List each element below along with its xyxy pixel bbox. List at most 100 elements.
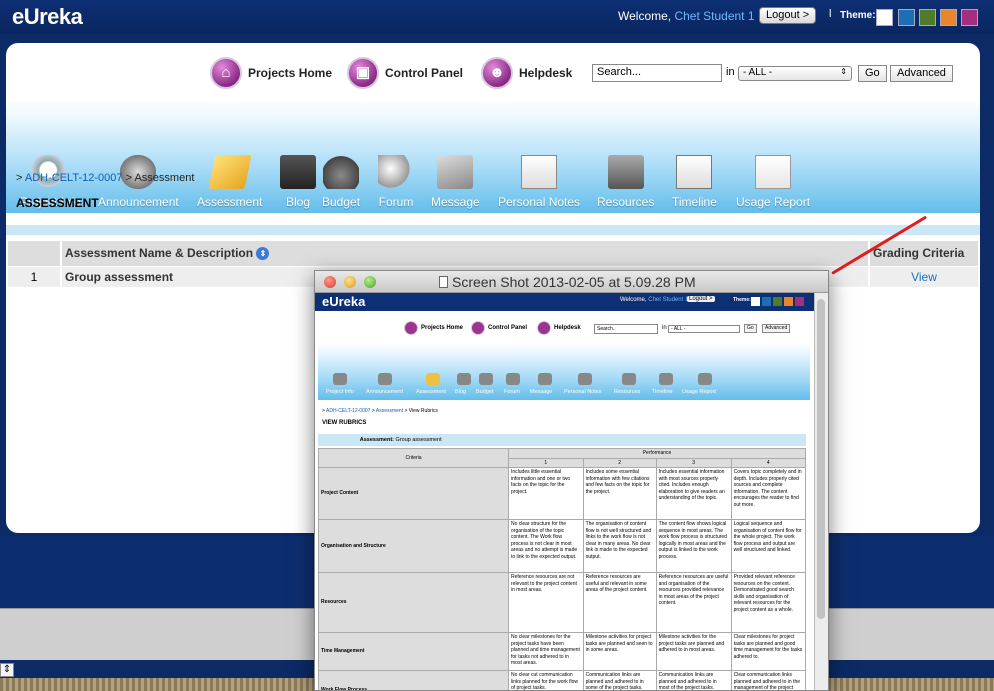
theme-swatch-green[interactable] bbox=[919, 9, 936, 26]
rubric-cell: Reference resources are useful and organ… bbox=[655, 572, 732, 633]
rubric-table: Criteria Performance 1234 Project Conten… bbox=[318, 448, 807, 690]
rubric-criteria: Time Management bbox=[318, 632, 509, 671]
rubric-cell: No clear cut communication links planned… bbox=[508, 670, 584, 690]
quick-link-control-panel[interactable]: ▣ Control Panel bbox=[347, 57, 463, 89]
view-grading-link[interactable]: View bbox=[870, 267, 978, 287]
rubric-level-header: 2 bbox=[582, 457, 657, 468]
nav-item-label: Timeline bbox=[672, 195, 717, 209]
rubric-level-header: 3 bbox=[655, 457, 732, 468]
chart-icon bbox=[755, 155, 792, 189]
rubric-cell: Milestone activities for project tasks a… bbox=[582, 632, 657, 671]
window-scroll-thumb[interactable] bbox=[817, 299, 825, 619]
mini-nav-item: Message bbox=[530, 389, 553, 395]
rubric-cell: Reference resources are not relevant to … bbox=[508, 572, 584, 633]
document-icon bbox=[439, 276, 448, 288]
rubric-cell: Milestone activities for the project tas… bbox=[655, 632, 732, 671]
nav-item-label: Personal Notes bbox=[498, 195, 581, 209]
nav-item-resources[interactable]: Resources bbox=[597, 155, 654, 209]
rubric-criteria-header: Criteria bbox=[318, 448, 509, 468]
close-icon[interactable] bbox=[324, 276, 336, 288]
welcome-prefix: Welcome, bbox=[618, 9, 675, 23]
mini-control-icon bbox=[471, 321, 485, 335]
window-title-text: Screen Shot 2013-02-05 at 5.09.28 PM bbox=[452, 274, 696, 290]
rubric-cell: Communication links are planned and adhe… bbox=[655, 670, 732, 690]
top-bar: eUreka Welcome, Chet Student 1 Logout > … bbox=[0, 0, 994, 34]
logout-button[interactable]: Logout > bbox=[759, 7, 817, 24]
nav-item-label: Message bbox=[431, 195, 480, 209]
advanced-search-button[interactable]: Advanced bbox=[890, 65, 953, 82]
mini-nav-icon bbox=[333, 373, 347, 385]
notes-icon bbox=[521, 155, 558, 189]
zoom-icon[interactable] bbox=[364, 276, 376, 288]
nav-item-personal-notes[interactable]: Personal Notes bbox=[498, 155, 580, 209]
minimize-icon[interactable] bbox=[344, 276, 356, 288]
mini-nav-item: Announcement bbox=[366, 389, 403, 395]
quick-link-projects-home[interactable]: ⌂ Projects Home bbox=[210, 57, 332, 89]
mini-nav-icon bbox=[659, 373, 673, 385]
nav-item-blog[interactable]: Blog bbox=[280, 155, 316, 209]
user-link[interactable]: Chet Student 1 bbox=[674, 9, 754, 23]
nav-item-timeline[interactable]: Timeline bbox=[672, 155, 717, 209]
rubric-criteria: Project Content bbox=[318, 467, 509, 520]
nav-item-assessment[interactable]: Assessment bbox=[197, 155, 262, 209]
rubric-cell: Provided relevant reference resources on… bbox=[730, 572, 807, 633]
mini-swatch bbox=[795, 297, 804, 306]
theme-swatch-white[interactable] bbox=[876, 9, 893, 26]
rubric-cell: Clear communication links planned and ad… bbox=[730, 670, 807, 690]
moneybag-icon bbox=[323, 155, 360, 189]
rubric-cell: Includes little essential information an… bbox=[508, 467, 584, 520]
rubric-row: Work Flow Process No clear cut communicat… bbox=[318, 670, 807, 690]
rubric-row: Project Content Includes little essential… bbox=[318, 467, 807, 520]
rubric-level-header: 1 bbox=[508, 457, 584, 468]
mini-crumb-assessment: Assessment bbox=[375, 408, 404, 414]
mini-logo: eUreka bbox=[322, 294, 366, 309]
rubric-cell: No clear structure for the organisation … bbox=[508, 519, 584, 573]
nav-item-label: Resources bbox=[597, 195, 655, 209]
window-titlebar[interactable]: Screen Shot 2013-02-05 at 5.09.28 PM bbox=[315, 271, 828, 293]
mini-home-icon bbox=[404, 321, 418, 335]
mini-crumb-sep: > bbox=[404, 408, 408, 414]
select-arrows-icon: ⇕ bbox=[840, 67, 847, 76]
mini-title: VIEW RUBRICS bbox=[322, 420, 367, 426]
mini-nav-icon bbox=[538, 373, 552, 385]
envelope-icon bbox=[437, 155, 474, 189]
mini-crumb-project: ADH-CELT-12-0007 bbox=[326, 408, 371, 414]
breadcrumb-project-link[interactable]: ADH-CELT-12-0007 bbox=[25, 172, 123, 184]
nav-item-forum[interactable]: Forum bbox=[378, 155, 414, 209]
stepper-left[interactable]: ⇕ bbox=[0, 663, 14, 677]
nav-item-budget[interactable]: Budget bbox=[322, 155, 360, 209]
nav-item-usage-report[interactable]: Usage Report bbox=[736, 155, 810, 209]
window-title: Screen Shot 2013-02-05 at 5.09.28 PM bbox=[439, 274, 696, 290]
theme-swatch-blue[interactable] bbox=[898, 9, 915, 26]
quick-link-helpdesk[interactable]: ☻ Helpdesk bbox=[481, 57, 572, 89]
mini-advanced: Advanced bbox=[762, 324, 791, 333]
nav-item-label: Usage Report bbox=[736, 195, 811, 209]
preview-window: Screen Shot 2013-02-05 at 5.09.28 PM eUr… bbox=[314, 270, 829, 691]
table-header-grading: Grading Criteria bbox=[870, 241, 978, 266]
nav-item-message[interactable]: Message bbox=[431, 155, 480, 209]
mini-crumb-current: View Rubrics bbox=[408, 408, 438, 414]
search-input[interactable]: Search... bbox=[592, 64, 722, 82]
theme-swatch-orange[interactable] bbox=[940, 9, 957, 26]
mini-nav-icon bbox=[378, 373, 392, 385]
nav-band: Project Info Announcement Assessment Blog Bu… bbox=[6, 99, 980, 213]
separator: l bbox=[829, 8, 832, 20]
theme-swatch-purple[interactable] bbox=[961, 9, 978, 26]
table-header-name[interactable]: Assessment Name & Description ⇕ bbox=[62, 241, 868, 266]
header-divider bbox=[6, 225, 980, 235]
mini-nav-item: Usage Report bbox=[682, 389, 716, 395]
mini-quick-label: Control Panel bbox=[488, 325, 528, 331]
breadcrumb-prefix: > bbox=[16, 172, 23, 184]
rubric-cell: Clear milestones for project tasks are p… bbox=[730, 632, 807, 671]
page-title: ASSESSMENT bbox=[16, 196, 99, 210]
app-logo[interactable]: eUreka bbox=[12, 4, 83, 30]
sort-icon[interactable]: ⇕ bbox=[256, 247, 270, 261]
breadcrumb-current: Assessment bbox=[134, 172, 195, 184]
mini-helpdesk-icon bbox=[537, 321, 551, 335]
go-button[interactable]: Go bbox=[858, 65, 887, 82]
mini-quick-helpdesk: Helpdesk bbox=[537, 321, 581, 335]
rubric-cell: Reference resources are useful and relev… bbox=[582, 572, 657, 633]
mini-nav-icon bbox=[506, 373, 520, 385]
search-scope-select[interactable]: - ALL - ⇕ bbox=[738, 66, 852, 81]
mini-nav-item: Timeline bbox=[652, 389, 673, 395]
